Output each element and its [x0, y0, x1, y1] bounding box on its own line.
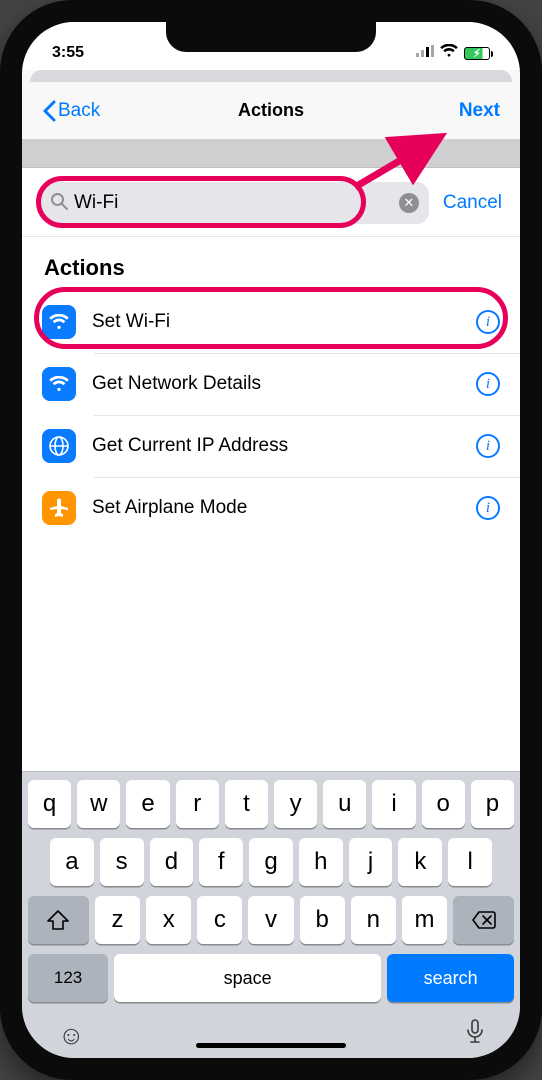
next-button[interactable]: Next	[459, 100, 500, 122]
cancel-button[interactable]: Cancel	[443, 192, 502, 214]
search-field-wrap[interactable]: ✕	[40, 182, 429, 224]
cellular-icon	[416, 44, 434, 62]
kb-row-1: qwertyuiop	[28, 780, 514, 828]
key-t[interactable]: t	[225, 780, 268, 828]
key-u[interactable]: u	[323, 780, 366, 828]
page-title: Actions	[238, 100, 304, 121]
key-x[interactable]: x	[146, 896, 191, 944]
home-indicator[interactable]	[196, 1043, 346, 1048]
section-title: Actions	[22, 237, 520, 291]
key-q[interactable]: q	[28, 780, 71, 828]
clock: 3:55	[52, 44, 84, 62]
key-h[interactable]: h	[299, 838, 343, 886]
action-row[interactable]: Set Wi-Fi i	[22, 291, 520, 353]
kb-row-2: asdfghjkl	[28, 838, 514, 886]
key-c[interactable]: c	[197, 896, 242, 944]
key-f[interactable]: f	[199, 838, 243, 886]
kb-row-3: zxcvbnm	[28, 896, 514, 944]
key-n[interactable]: n	[351, 896, 396, 944]
key-m[interactable]: m	[402, 896, 447, 944]
space-key[interactable]: space	[114, 954, 381, 1002]
key-s[interactable]: s	[100, 838, 144, 886]
clear-icon[interactable]: ✕	[399, 193, 419, 213]
key-r[interactable]: r	[176, 780, 219, 828]
key-k[interactable]: k	[398, 838, 442, 886]
search-key[interactable]: search	[387, 954, 514, 1002]
key-i[interactable]: i	[372, 780, 415, 828]
keyboard: qwertyuiop asdfghjkl zxcvbnm 123 space s…	[22, 771, 520, 1058]
info-icon[interactable]: i	[476, 310, 500, 334]
key-g[interactable]: g	[249, 838, 293, 886]
chevron-left-icon	[42, 100, 56, 122]
back-button[interactable]: Back	[42, 100, 100, 122]
backspace-key[interactable]	[453, 896, 514, 944]
key-w[interactable]: w	[77, 780, 120, 828]
search-input[interactable]	[74, 192, 393, 214]
info-icon[interactable]: i	[476, 372, 500, 396]
sheet-back-card	[30, 70, 512, 82]
kb-row-4: 123 space search	[28, 954, 514, 1002]
dictation-key[interactable]	[466, 1019, 484, 1052]
fill	[22, 539, 520, 771]
action-label: Set Wi-Fi	[92, 311, 460, 333]
back-label: Back	[58, 100, 100, 122]
numbers-key[interactable]: 123	[28, 954, 108, 1002]
key-b[interactable]: b	[300, 896, 345, 944]
shift-key[interactable]	[28, 896, 89, 944]
action-label: Get Current IP Address	[92, 435, 460, 457]
info-icon[interactable]: i	[476, 496, 500, 520]
action-label: Get Network Details	[92, 373, 460, 395]
key-o[interactable]: o	[422, 780, 465, 828]
action-row[interactable]: Get Current IP Address i	[22, 415, 520, 477]
notch	[166, 22, 376, 52]
action-row[interactable]: Get Network Details i	[22, 353, 520, 415]
airplane-icon	[42, 491, 76, 525]
globe-icon	[42, 429, 76, 463]
key-z[interactable]: z	[95, 896, 140, 944]
action-label: Set Airplane Mode	[92, 497, 460, 519]
key-y[interactable]: y	[274, 780, 317, 828]
search-icon	[50, 192, 68, 215]
info-icon[interactable]: i	[476, 434, 500, 458]
key-e[interactable]: e	[126, 780, 169, 828]
key-j[interactable]: j	[349, 838, 393, 886]
screen: 3:55 ⚡︎ Back Actions Next	[22, 22, 520, 1058]
actions-list: Set Wi-FiiGet Network DetailsiGet Curren…	[22, 291, 520, 539]
emoji-key[interactable]: ☺︎	[58, 1020, 85, 1051]
wifi-icon	[440, 44, 458, 62]
key-d[interactable]: d	[150, 838, 194, 886]
key-p[interactable]: p	[471, 780, 514, 828]
battery-icon: ⚡︎	[464, 47, 490, 60]
phone-frame: 3:55 ⚡︎ Back Actions Next	[0, 0, 542, 1080]
wifi-icon	[42, 305, 76, 339]
key-l[interactable]: l	[448, 838, 492, 886]
nav-bar: Back Actions Next	[22, 82, 520, 140]
action-row[interactable]: Set Airplane Mode i	[22, 477, 520, 539]
wifi-icon	[42, 367, 76, 401]
key-v[interactable]: v	[248, 896, 293, 944]
grey-gap	[22, 140, 520, 168]
key-a[interactable]: a	[50, 838, 94, 886]
search-row: ✕ Cancel	[22, 168, 520, 237]
